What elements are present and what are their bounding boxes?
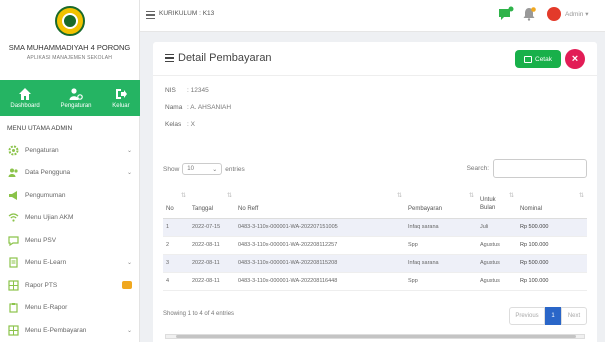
info-row-nis: NIS: 12345 <box>165 87 209 94</box>
info-row-kelas: Kelas: X <box>165 121 195 128</box>
new-badge <box>122 281 132 290</box>
col-no[interactable]: ⇅ No <box>163 186 189 219</box>
pengaturan-link[interactable]: Pengaturan <box>60 87 92 109</box>
scrollbar-thumb[interactable] <box>176 335 576 338</box>
top-bar: KURIKULUM : K13 Admin ▾ <box>140 0 605 32</box>
clipboard-icon <box>8 302 19 313</box>
close-button[interactable]: × <box>565 49 585 69</box>
school-subtitle: APLIKASI MANAJEMEN SEKOLAH <box>26 55 113 61</box>
sidebar-item-rapor-pts[interactable]: Rapor PTS <box>0 274 140 297</box>
chevron-down-icon: ⌄ <box>212 166 218 173</box>
page-size-control: Show 10 ⌄ entries <box>163 163 245 175</box>
next-button[interactable]: Next <box>561 307 587 325</box>
hamburger-icon[interactable] <box>146 11 155 19</box>
sidebar-item-e-pembayaran[interactable]: Menu E-Pembayaran ⌄ <box>0 319 140 342</box>
chevron-down-icon: ⌄ <box>126 147 132 154</box>
avatar[interactable] <box>547 7 561 21</box>
col-tanggal[interactable]: ⇅ Tanggal <box>189 186 235 219</box>
table-row: 2 2022-08-11 0483-3-110x-000001-WA-2022081… <box>163 236 587 255</box>
list-icon <box>165 54 174 62</box>
payment-table: ⇅ No ⇅ Tanggal ⇅ No Reff ⇅ Pembayaran ⇅ Untuk… <box>163 186 587 291</box>
previous-button[interactable]: Previous <box>509 307 545 325</box>
table-row: 4 2022-08-11 0483-3-110x-000001-WA-2022081… <box>163 272 587 291</box>
chevron-down-icon: ⌄ <box>126 170 132 177</box>
sidebar-item-psv[interactable]: Menu PSV <box>0 229 140 252</box>
school-logo-area <box>0 0 139 42</box>
page-1-button[interactable]: 1 <box>545 307 561 325</box>
announcement-icon <box>8 190 19 201</box>
sidebar-menu: Pengaturan ⌄ Data Pengguna ⌄ Pengumuman … <box>0 139 140 342</box>
print-button[interactable]: Cetak <box>515 50 561 68</box>
table-row: 3 2022-08-11 0483-3-110x-000001-WA-2022081… <box>163 254 587 273</box>
logout-link[interactable]: Keluar <box>112 87 130 109</box>
page-size-select[interactable]: 10 ⌄ <box>182 163 223 175</box>
school-name: SMA MUHAMMADIYAH 4 PORONG <box>8 43 131 52</box>
user-menu[interactable]: Admin ▾ <box>565 10 589 18</box>
bell-icon[interactable] <box>522 7 536 21</box>
payment-detail-card: Detail Pembayaran Cetak × NIS: 12345 Nam… <box>153 42 597 342</box>
people-icon <box>8 167 19 178</box>
search-input[interactable] <box>493 159 587 178</box>
table-icon <box>8 325 19 336</box>
wifi-icon <box>8 212 19 223</box>
school-logo <box>54 6 85 36</box>
quick-links: Dashboard Pengaturan Keluar <box>0 80 140 116</box>
sidebar-item-data-pengguna[interactable]: Data Pengguna ⌄ <box>0 162 140 185</box>
table-info: Showing 1 to 4 of 4 entries <box>163 311 235 317</box>
student-info: NIS: 12345 Nama: A. AHSANIAH Kelas: X <box>165 82 231 133</box>
curriculum-label: KURIKULUM : K13 <box>159 10 215 17</box>
page-title: Detail Pembayaran <box>178 52 272 64</box>
printer-icon <box>524 55 532 63</box>
col-no-reff[interactable]: ⇅ No Reff <box>235 186 405 219</box>
home-icon <box>19 88 32 100</box>
sidebar: SMA MUHAMMADIYAH 4 PORONG APLIKASI MANAJ… <box>0 0 140 342</box>
chevron-down-icon: ⌄ <box>126 327 132 334</box>
sidebar-item-pengaturan[interactable]: Pengaturan ⌄ <box>0 139 140 162</box>
sidebar-item-pengumuman[interactable]: Pengumuman <box>0 184 140 207</box>
card-header: Detail Pembayaran Cetak × <box>153 42 597 76</box>
sidebar-item-e-learn[interactable]: Menu E-Learn ⌄ <box>0 252 140 275</box>
chat-notification-icon[interactable] <box>498 6 514 22</box>
chevron-down-icon: ⌄ <box>126 260 132 267</box>
chat-icon <box>8 235 19 246</box>
col-nominal[interactable]: ⇅ Nominal <box>517 186 587 219</box>
pagination: Previous 1 Next <box>509 307 587 325</box>
search-control: Search: <box>467 159 587 178</box>
sidebar-item-e-rapor[interactable]: Menu E-Rapor <box>0 297 140 320</box>
users-cog-icon <box>69 88 83 100</box>
menu-title: MENU UTAMA ADMIN <box>7 125 73 132</box>
table-controls: Show 10 ⌄ entries Search: <box>163 159 587 179</box>
gear-icon <box>8 145 19 156</box>
info-row-nama: Nama: A. AHSANIAH <box>165 104 232 111</box>
col-untuk-bulan[interactable]: ⇅ Untuk Bulan <box>477 186 517 219</box>
sidebar-item-ujian-akm[interactable]: Menu Ujian AKM <box>0 207 140 230</box>
col-pembayaran[interactable]: ⇅ Pembayaran <box>405 186 477 219</box>
horizontal-scrollbar[interactable] <box>165 334 585 339</box>
logout-icon <box>115 89 127 99</box>
table-icon <box>8 280 19 291</box>
table-row: 1 2022-07-15 0483-3-110x-000001-WA-2022071… <box>163 218 587 237</box>
document-icon <box>8 257 19 268</box>
dashboard-link[interactable]: Dashboard <box>10 87 40 109</box>
